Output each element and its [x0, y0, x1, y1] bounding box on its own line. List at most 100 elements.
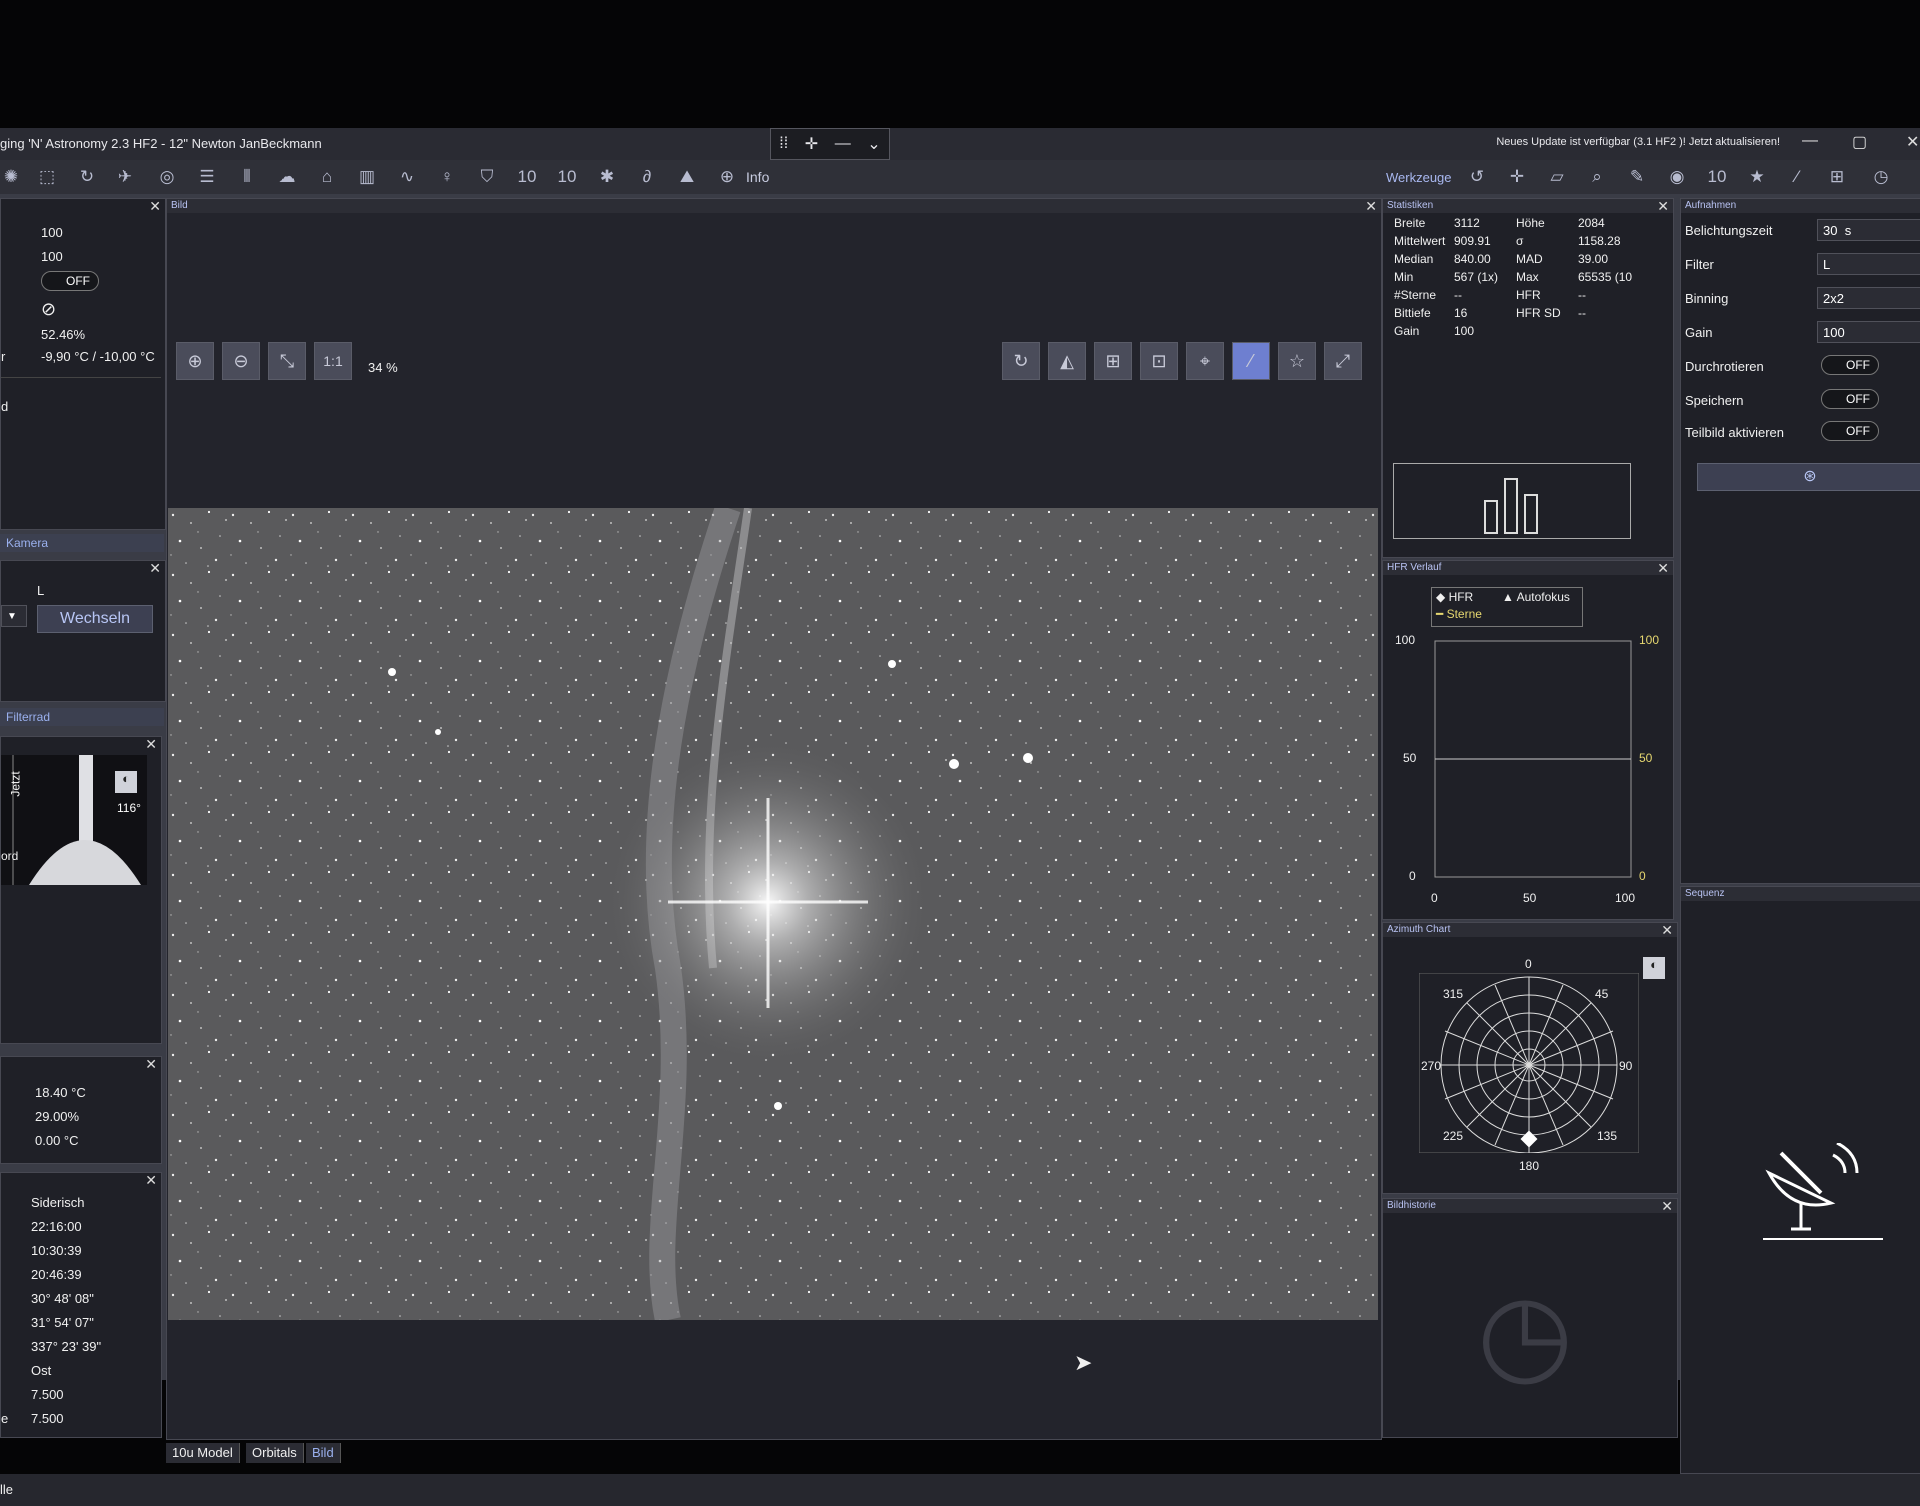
close-icon[interactable]: ✕	[149, 561, 161, 575]
azimuth-label-180: 180	[1519, 1159, 1540, 1173]
camera-panel: ✕ 100 100 OFF ⊘ 52.46% r -9,90 °C / -10,…	[0, 198, 166, 530]
update-notice[interactable]: Neues Update ist verfügbar (3.1 HF2 )! J…	[1496, 136, 1780, 148]
check-circle-icon: ⊘	[41, 299, 57, 319]
stretch-button[interactable]: ⁄	[1232, 342, 1270, 380]
stat-label: Gain	[1394, 324, 1420, 338]
gain-input[interactable]: 100	[1817, 321, 1920, 343]
close-icon[interactable]: ✕	[1365, 199, 1377, 213]
binning-select[interactable]: 2x2	[1817, 287, 1920, 309]
histogram	[1393, 463, 1631, 539]
crosshair-button[interactable]: ⌖	[1186, 342, 1224, 380]
current-filter: L	[37, 583, 45, 598]
stat-value: 840.00	[1454, 252, 1491, 266]
guiding-icon[interactable]: ∿	[396, 166, 418, 188]
astro-image[interactable]	[168, 503, 1378, 1323]
bulb-icon[interactable]: ♀	[436, 166, 458, 188]
grid-button[interactable]: ⊞	[1094, 342, 1132, 380]
target-icon[interactable]: ◎	[156, 166, 178, 188]
tab-image[interactable]: Bild	[306, 1443, 341, 1463]
close-icon[interactable]: ✕	[145, 1173, 157, 1187]
zoom-in-button[interactable]: ⊕	[176, 342, 214, 380]
close-icon[interactable]: ✕	[1661, 1199, 1673, 1213]
ruler-icon[interactable]: ▱	[1546, 166, 1568, 188]
exposure-input[interactable]: 30 s	[1817, 219, 1920, 241]
annotate-star-button[interactable]: ☆	[1278, 342, 1316, 380]
stat-label: σ	[1516, 234, 1524, 248]
globe-icon[interactable]: ⊕	[716, 166, 738, 188]
stat-value: --	[1454, 288, 1462, 302]
search-icon[interactable]: ⌕	[1586, 166, 1608, 188]
plugin-icon[interactable]: ✱	[596, 166, 618, 188]
stat-value: 909.91	[1454, 234, 1491, 248]
filter-select[interactable]: L	[1817, 253, 1920, 275]
info-label[interactable]: Info	[746, 169, 769, 185]
equipment-icon[interactable]: ✺	[0, 166, 22, 188]
close-button[interactable]: ✕	[1906, 132, 1919, 152]
window-title: ging 'N' Astronomy 2.3 HF2 - 12" Newton …	[0, 136, 322, 151]
cloud-icon[interactable]: ☁	[276, 166, 298, 188]
tab-camera[interactable]: Kamera	[0, 534, 164, 552]
close-icon[interactable]: ✕	[145, 737, 157, 751]
rotate-image-button[interactable]: ↻	[1002, 342, 1040, 380]
zoom-out-button[interactable]: ⊖	[222, 342, 260, 380]
weather-humidity: 29.00%	[35, 1109, 80, 1124]
subframe-toggle[interactable]: OFF	[1821, 421, 1879, 441]
chevron-down-icon[interactable]: ⌄	[867, 134, 880, 154]
switch-filter-button[interactable]: Wechseln	[37, 605, 153, 633]
altitude-now: Jetzt	[8, 771, 23, 797]
fit-button[interactable]: ⤡	[268, 342, 306, 380]
tab-orbitals[interactable]: Orbitals	[246, 1443, 304, 1463]
minimize-icon[interactable]: —	[835, 135, 851, 153]
plate-solve-button[interactable]: ⤢	[1324, 342, 1362, 380]
undo-icon[interactable]: ↺	[1466, 166, 1488, 188]
tab-10u-model[interactable]: 10u Model	[166, 1443, 240, 1463]
save-toggle[interactable]: OFF	[1821, 389, 1879, 409]
10micron-icon[interactable]: 10	[516, 166, 538, 188]
binning-label: Binning	[1685, 291, 1729, 306]
link-icon[interactable]: ∂	[636, 166, 658, 188]
mosaic-icon[interactable]: ⊞	[1826, 166, 1848, 188]
grid-icon[interactable]: ⁞⁞	[779, 135, 788, 153]
rotate-icon[interactable]: ↻	[76, 166, 98, 188]
wand-icon[interactable]: ⁄	[1786, 166, 1808, 188]
observatory-icon[interactable]: ⌂	[316, 166, 338, 188]
history-icon[interactable]: ◷	[1870, 166, 1892, 188]
y-tick: 0	[1409, 869, 1416, 883]
framing-icon[interactable]: ⬚	[36, 166, 58, 188]
compress-icon[interactable]: ✛	[805, 134, 818, 154]
minimize-button[interactable]: —	[1802, 132, 1818, 150]
sidereal-time: 22:16:00	[31, 1219, 82, 1234]
dither-toggle[interactable]: OFF	[1821, 355, 1879, 375]
close-icon[interactable]: ✕	[149, 199, 161, 213]
azimuth-label-315: 315	[1443, 987, 1464, 1001]
crosshair-icon[interactable]: ✛	[1506, 166, 1528, 188]
capture-button[interactable]: ⊛	[1697, 463, 1920, 491]
chart-icon[interactable]: ▥	[356, 166, 378, 188]
filter-dropdown[interactable]: ▼	[1, 605, 27, 627]
flip-button[interactable]: ◭	[1048, 342, 1086, 380]
10micron-tool-icon[interactable]: 10	[1706, 166, 1728, 188]
telescope-icon[interactable]: ✈	[114, 166, 136, 188]
window-layout-controls[interactable]: ⁞⁞ ✛ — ⌄	[770, 128, 890, 160]
camera-toggle[interactable]: OFF	[41, 271, 99, 291]
list-icon[interactable]: ☰	[196, 166, 218, 188]
close-icon[interactable]: ✕	[145, 1057, 157, 1071]
hfr-chart	[1434, 640, 1632, 878]
divider	[1, 377, 161, 378]
weather-temperature: 18.40 °C	[35, 1085, 86, 1100]
pencil-icon[interactable]: ✎	[1626, 166, 1648, 188]
close-icon[interactable]: ✕	[1657, 199, 1669, 213]
maximize-button[interactable]: ▢	[1852, 132, 1867, 152]
star-detection-button[interactable]: ⊡	[1140, 342, 1178, 380]
sliders-icon[interactable]: ⦀	[236, 166, 258, 188]
stat-value: 1158.28	[1578, 234, 1621, 248]
10micron-model-icon[interactable]: 10	[556, 166, 578, 188]
shield-icon[interactable]: ⛉	[476, 166, 498, 188]
star-icon[interactable]: ★	[1746, 166, 1768, 188]
moon-icon[interactable]: ◐	[1643, 957, 1665, 979]
focus-icon[interactable]: ◉	[1666, 166, 1688, 188]
tab-filterwheel[interactable]: Filterrad	[0, 708, 164, 726]
close-icon[interactable]: ✕	[1661, 923, 1673, 937]
zoom-1to1-button[interactable]: 1:1	[314, 342, 352, 380]
image-icon[interactable]: ⛰	[676, 166, 698, 188]
